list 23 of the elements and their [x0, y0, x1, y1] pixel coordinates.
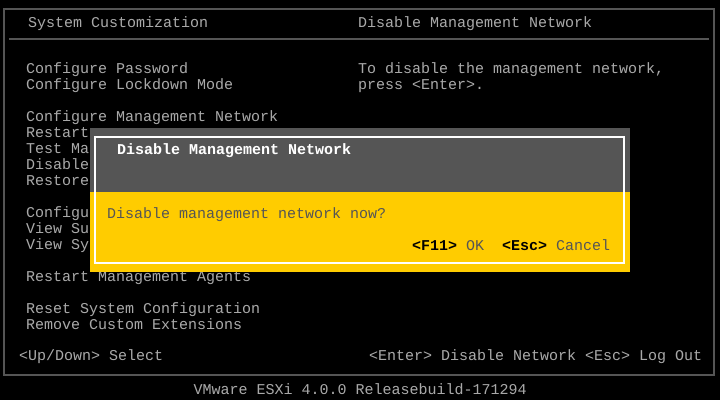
menu-item[interactable]: Configure Management Network: [26, 110, 278, 126]
menu-item[interactable]: Reset System Configuration: [26, 302, 260, 318]
menu-item[interactable]: Configure Password: [26, 62, 188, 78]
menu-item[interactable]: Configu: [26, 206, 90, 222]
dialog-title: Disable Management Network: [117, 142, 352, 159]
menu-item[interactable]: Configure Lockdown Mode: [26, 78, 234, 94]
dialog-action-button[interactable]: <Esc> Cancel: [502, 239, 610, 255]
menu-item[interactable]: Remove Custom Extensions: [26, 318, 242, 334]
key-hint: <Enter> Disable Network <Esc> Log Out: [368, 349, 702, 365]
menu-item[interactable]: Test Ma: [26, 142, 90, 158]
version-text: VMware ESXi 4.0.0 Releasebuild-171294: [193, 383, 527, 399]
menu-item[interactable]: View Su: [26, 222, 90, 238]
dialog-message: Disable management network now?: [107, 206, 386, 223]
dialog-action-button[interactable]: <F11> OK: [412, 239, 484, 255]
description-text: To disable the management network, press <Enter>.: [358, 62, 666, 94]
panel-title: Disable Management Network: [358, 15, 592, 32]
menu-item[interactable]: Disable: [26, 158, 90, 174]
menu-item[interactable]: Restart Management Agents: [26, 270, 252, 286]
menu-item[interactable]: Restart: [26, 126, 90, 142]
key-hint: <Up/Down> Select: [19, 349, 164, 365]
menu-item[interactable]: Restore: [26, 174, 90, 190]
menu-item[interactable]: View Sy: [26, 238, 90, 254]
panel-title: System Customization: [28, 15, 208, 32]
